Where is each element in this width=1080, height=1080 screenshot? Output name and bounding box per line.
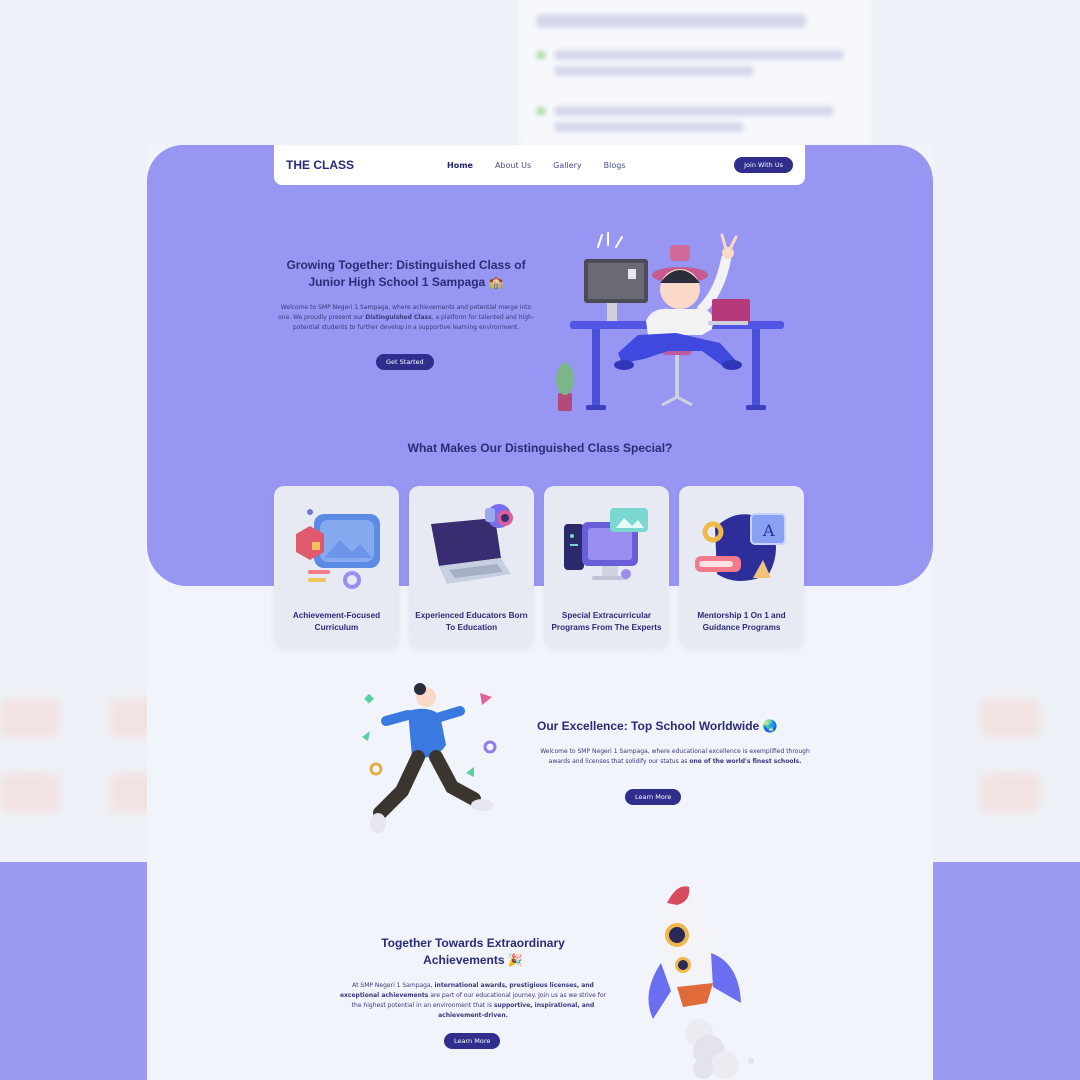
laptop-icon [431,504,513,584]
navbar: THE CLASS Home About Us Gallery Blogs Jo… [274,145,805,185]
gallery-stack-icon [296,509,380,589]
features-title: What Makes Our Distinguished Class Speci… [407,441,673,455]
hero-title: Growing Together: Distinguished Class of… [286,258,526,289]
feature-card-label: Achievement-Focused Curriculum [292,611,381,632]
feature-cards: Achievement-Focused Curriculum Experienc… [274,486,805,648]
hero-description: Welcome to SMP Negeri 1 Sampaga, where a… [277,304,534,331]
feature-card[interactable]: Special Extracurricular Programs From Th… [544,486,669,648]
nav-link-home[interactable]: Home [447,161,473,170]
nav-link-about[interactable]: About Us [495,161,531,170]
nav-link-gallery[interactable]: Gallery [553,161,582,170]
nav-links: Home About Us Gallery Blogs [447,145,626,185]
desktop-computer-icon [564,508,648,580]
excellence-title: Our Excellence: Top School Worldwide 🌏 [537,719,778,733]
jumping-student-illustration [362,683,497,833]
landing-page: THE CLASS Home About Us Gallery Blogs Jo… [147,145,933,1080]
nav-link-blogs[interactable]: Blogs [604,161,626,170]
achievements-title: Together Towards Extraordinary Achieveme… [381,936,565,967]
join-button[interactable]: Join With Us [734,157,793,173]
background-preview-card [520,0,870,145]
get-started-button[interactable]: Get Started [376,354,434,370]
student-at-desk-illustration [556,232,784,411]
excellence-description: Welcome to SMP Negeri 1 Sampaga, where e… [540,748,810,765]
feature-card[interactable]: Experienced Educators Born To Education [409,486,534,648]
achievements-description: At SMP Negeri 1 Sampaga, international a… [339,982,607,1019]
feature-card-label: Special Extracurricular Programs From Th… [551,611,662,632]
letter-tiles-icon: A [695,513,786,581]
feature-card-label: Experienced Educators Born To Education [415,611,528,632]
excellence-learn-more-button[interactable]: Learn More [625,789,682,805]
svg-text:A: A [762,521,775,540]
feature-card[interactable]: A Mentorship 1 On 1 and Guidance Program… [679,486,804,648]
feature-card[interactable]: Achievement-Focused Curriculum [274,486,399,648]
feature-card-label: Mentorship 1 On 1 and Guidance Programs [697,611,786,632]
site-logo[interactable]: THE CLASS [286,158,354,172]
achievements-learn-more-button[interactable]: Learn More [444,1033,501,1049]
rocket-illustration [648,886,754,1079]
